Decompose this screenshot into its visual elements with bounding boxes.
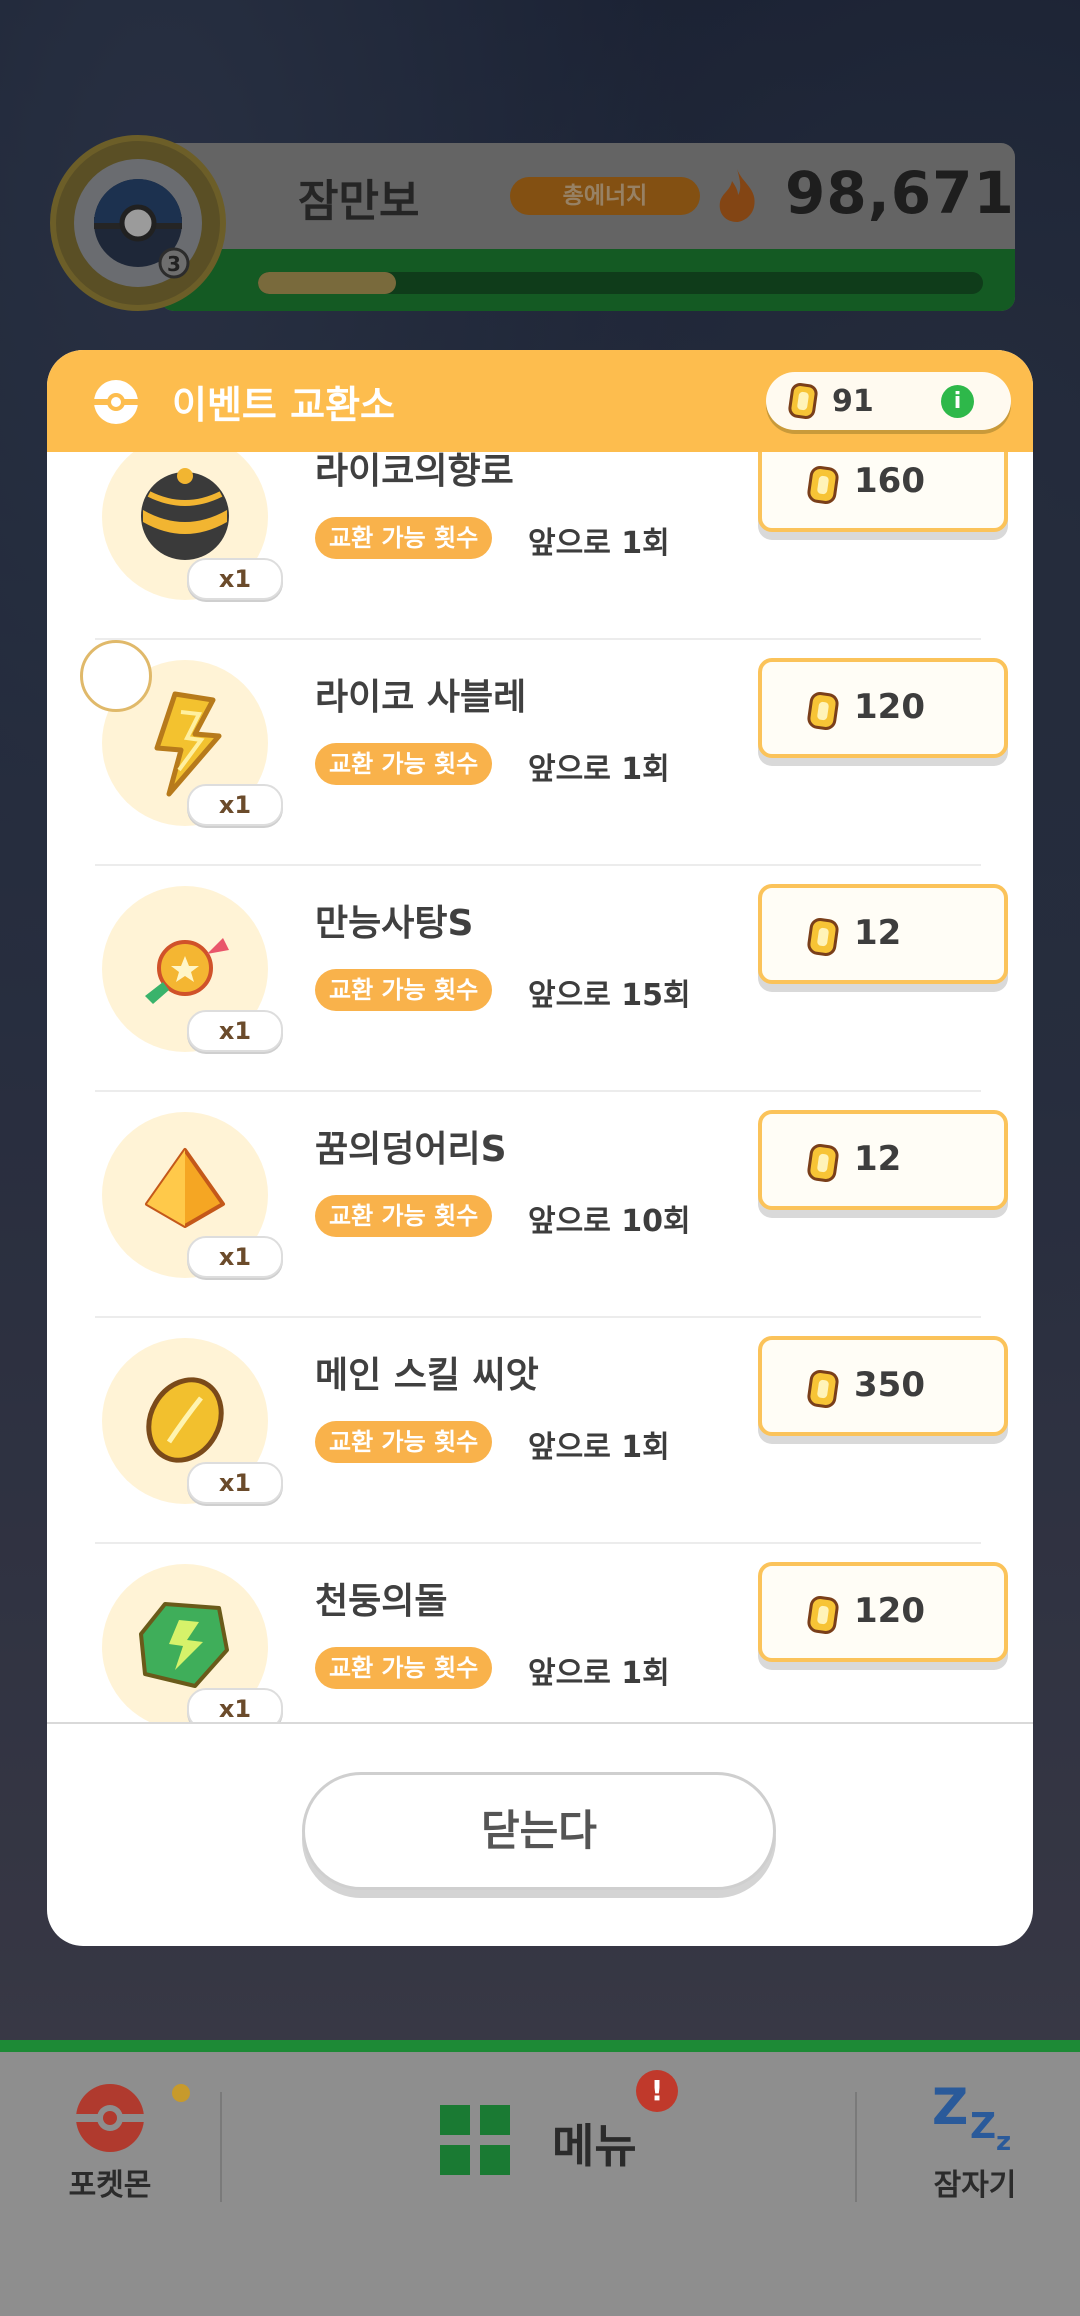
price-button[interactable]: 12: [758, 884, 1008, 984]
svg-text:z: z: [996, 2127, 1011, 2156]
item-name: 만능사탕S: [315, 903, 474, 944]
exchange-item-list[interactable]: x1 라이코의향로 교환 가능 횟수 앞으로 1회 160 x1 라이코 사블레…: [47, 452, 1033, 1722]
close-button[interactable]: 닫는다: [302, 1772, 776, 1890]
exchange-limit-tag: 교환 가능 횟수: [315, 743, 493, 785]
menu-grid-icon: [440, 2105, 510, 2175]
exchange-limit-tag: 교환 가능 횟수: [315, 1421, 493, 1463]
exchange-limit-tag: 교환 가능 횟수: [315, 969, 493, 1011]
item-name: 천둥의돌: [315, 1581, 448, 1622]
item-name: 메인 스킬 씨앗: [315, 1355, 539, 1396]
nav-sleep-label: 잠자기: [933, 2168, 1017, 2203]
event-coin-icon: [807, 466, 839, 504]
coin-balance-value: 91: [832, 384, 874, 419]
skill-seed-icon: [146, 1377, 224, 1463]
price-value: 120: [854, 687, 925, 727]
exchange-limit-remaining: 앞으로 1회: [528, 1430, 670, 1465]
event-coin-icon: [807, 918, 839, 956]
price-button[interactable]: 160: [758, 452, 1008, 532]
alert-badge-icon: !: [636, 2070, 678, 2112]
price-button[interactable]: 350: [758, 1336, 1008, 1436]
item-quantity: x1: [187, 558, 283, 600]
exchange-limit-remaining: 앞으로 15회: [528, 978, 691, 1013]
pokeball-icon: [76, 2084, 144, 2152]
price-button[interactable]: 12: [758, 1110, 1008, 1210]
nav-sleep[interactable]: Z Z z 잠자기: [920, 2078, 1030, 2204]
nav-pokemon[interactable]: 포켓몬: [60, 2080, 160, 2204]
price-value: 120: [854, 1591, 925, 1631]
list-item[interactable]: x1 만능사탕S 교환 가능 횟수 앞으로 15회 12: [47, 866, 1033, 1092]
event-coin-icon: [807, 1596, 839, 1634]
event-coin-icon: [788, 383, 818, 419]
exchange-limit-remaining: 앞으로 1회: [528, 752, 670, 787]
modal-title: 이벤트 교환소: [172, 383, 395, 427]
item-quantity: x1: [187, 1462, 283, 1504]
item-name: 꿈의덩어리S: [315, 1129, 507, 1170]
exchange-limit-remaining: 앞으로 10회: [528, 1204, 691, 1239]
event-coin-icon: [807, 1370, 839, 1408]
thunder-stone-icon: [139, 1602, 229, 1688]
modal-header: 이벤트 교환소 91 i: [47, 350, 1033, 452]
nav-top-strip: [0, 2040, 1080, 2052]
svg-text:Z: Z: [932, 2080, 968, 2136]
event-exchange-modal: 이벤트 교환소 91 i x1 라이코의향로 교환 가능 횟수 앞으로 1회 1…: [47, 350, 1033, 1946]
incense-ball-icon: [141, 468, 229, 560]
exchange-limit-tag: 교환 가능 횟수: [315, 517, 493, 559]
event-coin-icon: [807, 692, 839, 730]
sleep-zzz-icon: Z Z z: [932, 2078, 1011, 2157]
exchange-limit-remaining: 앞으로 1회: [528, 526, 670, 561]
price-button[interactable]: 120: [758, 1562, 1008, 1662]
item-quantity: x1: [187, 784, 283, 826]
item-quantity: x1: [187, 1010, 283, 1052]
list-item[interactable]: x1 꿈의덩어리S 교환 가능 횟수 앞으로 10회 12: [47, 1092, 1033, 1318]
price-button[interactable]: 120: [758, 658, 1008, 758]
list-item[interactable]: x1 라이코 사블레 교환 가능 횟수 앞으로 1회 120: [47, 640, 1033, 866]
bottom-nav: 포켓몬 메뉴 ! Z Z z 잠자기: [0, 2040, 1080, 2316]
nav-separator: [220, 2092, 222, 2202]
nav-pokemon-label: 포켓몬: [68, 2168, 152, 2203]
price-value: 160: [854, 461, 925, 501]
item-quantity: x1: [187, 1688, 283, 1722]
exchange-limit-tag: 교환 가능 횟수: [315, 1647, 493, 1689]
coin-balance[interactable]: 91 i: [766, 372, 1011, 430]
price-value: 12: [854, 1139, 902, 1179]
info-icon[interactable]: i: [941, 385, 974, 418]
item-name: 라이코의향로: [315, 452, 514, 492]
nav-menu-label[interactable]: 메뉴: [552, 2110, 637, 2176]
list-item[interactable]: x1 천둥의돌 교환 가능 횟수 앞으로 1회 120: [47, 1544, 1033, 1722]
dream-shard-icon: [145, 1148, 225, 1228]
exchange-logo-icon: [94, 380, 138, 424]
modal-footer-divider: [47, 1722, 1033, 1724]
list-item[interactable]: x1 메인 스킬 씨앗 교환 가능 횟수 앞으로 1회 350: [47, 1318, 1033, 1544]
nav-separator: [855, 2092, 857, 2202]
list-item[interactable]: x1 라이코의향로 교환 가능 횟수 앞으로 1회 160: [47, 452, 1033, 640]
price-value: 12: [854, 913, 902, 953]
price-value: 350: [854, 1365, 925, 1405]
exchange-limit-remaining: 앞으로 1회: [528, 1656, 670, 1691]
legendary-badge-icon: [80, 640, 152, 712]
candy-icon: [145, 938, 229, 1004]
event-coin-icon: [807, 1144, 839, 1182]
svg-text:Z: Z: [970, 2106, 996, 2147]
exchange-limit-tag: 교환 가능 횟수: [315, 1195, 493, 1237]
item-name: 라이코 사블레: [315, 677, 527, 718]
item-quantity: x1: [187, 1236, 283, 1278]
notification-dot: [172, 2084, 190, 2102]
